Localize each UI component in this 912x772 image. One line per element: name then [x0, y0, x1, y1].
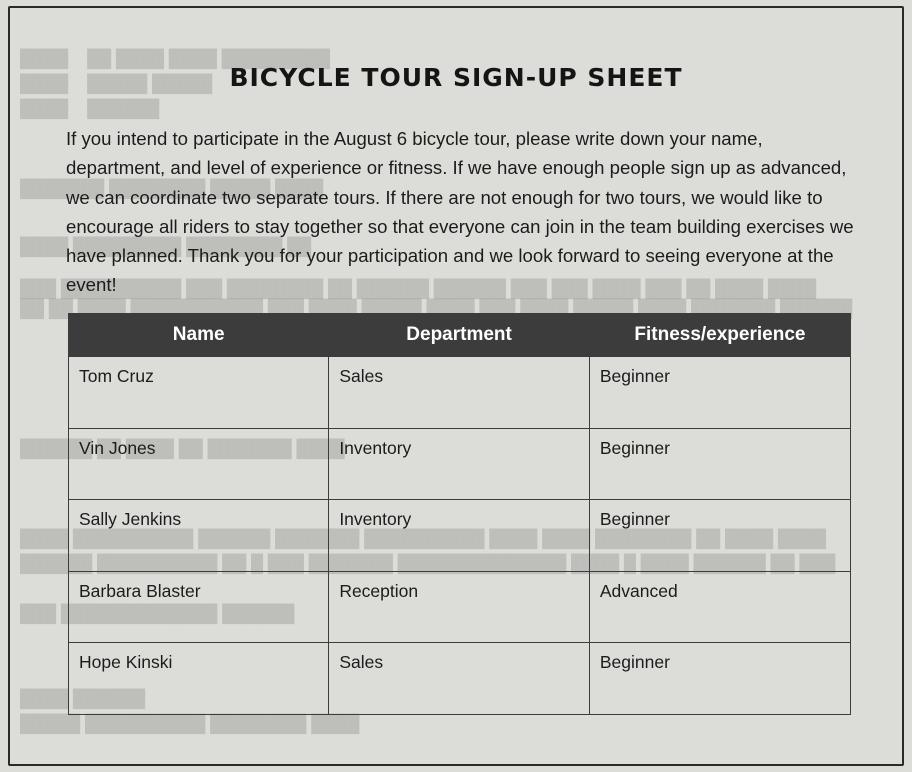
cell-department: Reception [328, 570, 590, 643]
table-header-row: Name Department Fitness/experience [67, 313, 852, 357]
cell-fitness: Beginner [588, 499, 852, 572]
table-row: Vin Jones Inventory Beginner [67, 427, 852, 500]
cell-department: Sales [328, 356, 590, 429]
cell-department: Inventory [328, 499, 590, 572]
table-row: Barbara Blaster Reception Advanced [67, 570, 852, 643]
column-header-department: Department [328, 313, 590, 357]
cell-name: Sally Jenkins [67, 499, 330, 572]
cell-name: Hope Kinski [67, 642, 330, 715]
page-title: BICYCLE TOUR SIGN-UP SHEET [229, 63, 683, 92]
cell-department: Sales [328, 642, 590, 715]
cell-fitness: Beginner [588, 356, 852, 429]
cell-fitness: Beginner [588, 427, 852, 500]
table-row: Sally Jenkins Inventory Beginner [67, 499, 852, 572]
table-row: Hope Kinski Sales Beginner [67, 642, 852, 715]
cell-fitness: Beginner [588, 642, 852, 715]
cell-name: Tom Cruz [67, 356, 330, 429]
cell-name: Barbara Blaster [67, 570, 330, 643]
cell-name: Vin Jones [67, 427, 330, 500]
column-header-fitness: Fitness/experience [588, 313, 852, 357]
intro-paragraph: If you intend to participate in the Augu… [66, 128, 854, 296]
column-header-name: Name [67, 313, 330, 357]
sign-up-table: Name Department Fitness/experience Tom C… [67, 313, 852, 715]
table-row: Tom Cruz Sales Beginner [67, 356, 852, 429]
cell-department: Inventory [328, 427, 590, 500]
cell-fitness: Advanced [588, 570, 852, 643]
